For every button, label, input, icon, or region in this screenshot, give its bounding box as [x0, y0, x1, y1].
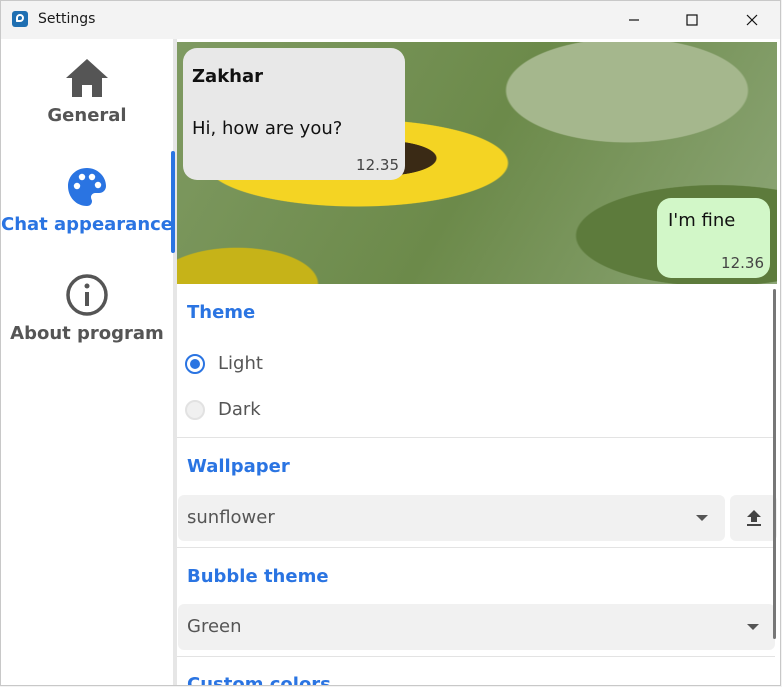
radio-label: Light: [218, 353, 263, 374]
palette-icon: [68, 168, 106, 206]
sidebar-item-about[interactable]: About program: [1, 273, 173, 344]
window-title: Settings: [38, 11, 96, 27]
sidebar: General Chat appearance About program: [1, 39, 173, 685]
radio-light[interactable]: [185, 353, 205, 374]
message-text: I'm fine: [668, 210, 736, 231]
section-divider: [177, 437, 775, 438]
sender-name: Zakhar: [192, 66, 264, 87]
section-divider: [177, 656, 775, 657]
minimize-button[interactable]: [611, 1, 657, 39]
section-title-bubble-theme: Bubble theme: [187, 566, 329, 587]
close-icon: [746, 14, 758, 26]
close-button[interactable]: [729, 1, 775, 39]
info-icon: [66, 274, 108, 316]
settings-panel: Theme Light Dark Wallpaper sunflower Bub…: [177, 284, 777, 686]
wallpaper-value: sunflower: [187, 507, 275, 528]
sidebar-item-general[interactable]: General: [1, 57, 173, 126]
radio-dark[interactable]: [185, 399, 205, 420]
sidebar-item-label: General: [47, 105, 127, 126]
section-divider: [177, 547, 775, 548]
message-text: Hi, how are you?: [192, 118, 343, 139]
message-time: 12.35: [356, 156, 399, 174]
theme-option-dark[interactable]: Dark: [185, 399, 261, 420]
bubble-theme-select[interactable]: Green: [178, 604, 775, 650]
chevron-down-icon: [747, 624, 759, 630]
sidebar-item-label: About program: [10, 323, 164, 344]
sidebar-item-chat-appearance[interactable]: Chat appearance: [1, 166, 173, 235]
outgoing-message-bubble: I'm fine 12.36: [657, 198, 770, 278]
radio-label: Dark: [218, 399, 261, 420]
home-icon: [66, 59, 108, 97]
settings-window: Settings General Chat appearance About p…: [0, 0, 781, 686]
active-indicator: [171, 151, 175, 253]
incoming-message-bubble: Zakhar Hi, how are you? 12.35: [183, 48, 405, 180]
section-title-theme: Theme: [187, 302, 256, 323]
upload-wallpaper-button[interactable]: [730, 495, 777, 541]
theme-option-light[interactable]: Light: [185, 353, 263, 374]
section-title-custom-colors: Custom colors: [187, 674, 331, 686]
upload-icon: [747, 510, 761, 526]
chat-preview: Zakhar Hi, how are you? 12.35 I'm fine 1…: [177, 42, 777, 284]
chevron-down-icon: [696, 515, 708, 521]
section-title-wallpaper: Wallpaper: [187, 456, 290, 477]
maximize-button[interactable]: [669, 1, 715, 39]
settings-scrollbar[interactable]: [773, 289, 776, 639]
wallpaper-select[interactable]: sunflower: [178, 495, 725, 541]
bubble-theme-value: Green: [187, 616, 242, 637]
app-icon: [12, 11, 28, 27]
title-bar: Settings: [1, 1, 780, 39]
message-time: 12.36: [721, 254, 764, 272]
minimize-icon: [629, 19, 639, 21]
sidebar-item-label: Chat appearance: [0, 214, 174, 235]
maximize-icon: [686, 14, 698, 26]
